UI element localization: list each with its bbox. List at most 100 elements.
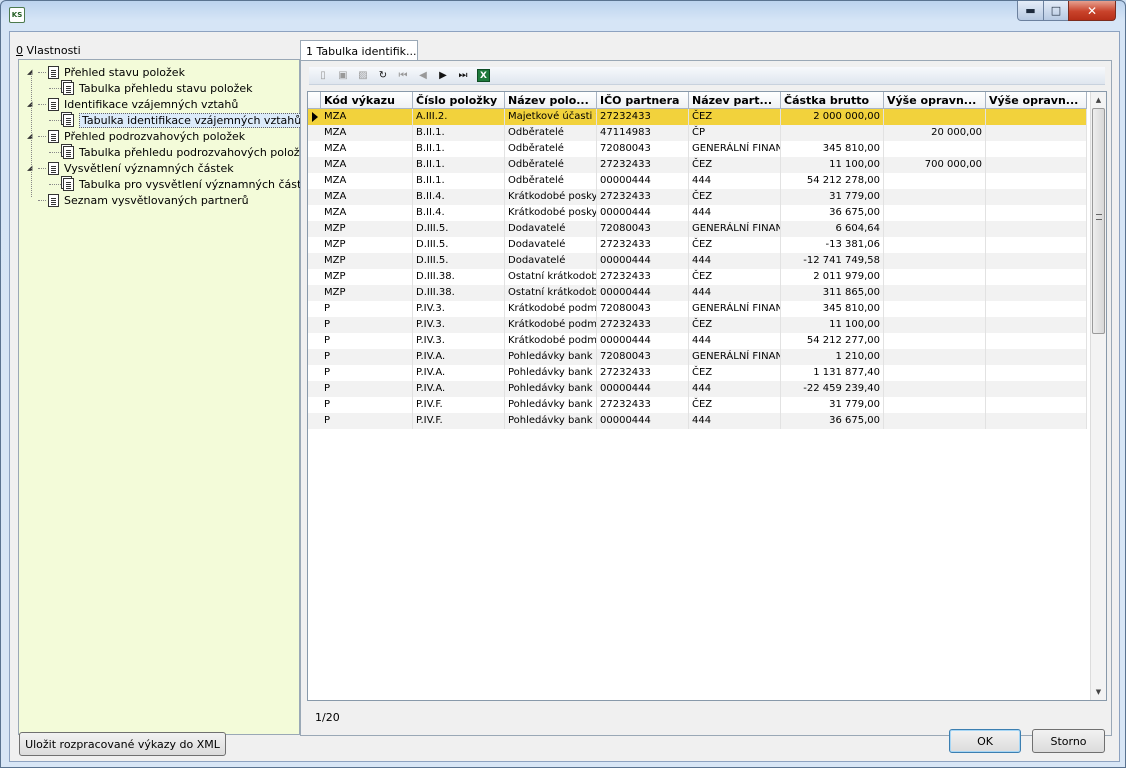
table-cell[interactable]: P (321, 317, 413, 333)
table-cell[interactable]: MZP (321, 237, 413, 253)
maximize-button[interactable]: □ (1043, 1, 1069, 21)
table-row[interactable]: P P.IV.3. Krátkodobé podmír 72080043 GENERÁL… (308, 301, 1087, 317)
table-cell[interactable]: ČP (689, 125, 781, 141)
table-cell[interactable] (986, 253, 1087, 269)
table-cell[interactable]: P.IV.3. (413, 333, 505, 349)
table-cell[interactable] (986, 413, 1087, 429)
table-cell[interactable]: Majetkové účasti v (505, 109, 597, 125)
table-cell[interactable]: 444 (689, 253, 781, 269)
table-cell[interactable]: Krátkodobé poskyt (505, 205, 597, 221)
table-cell[interactable]: GENERÁLNÍ FINAN (689, 141, 781, 157)
table-cell[interactable]: ČEZ (689, 157, 781, 173)
table-cell[interactable] (884, 237, 986, 253)
table-cell[interactable] (884, 333, 986, 349)
table-cell[interactable]: 27232433 (597, 109, 689, 125)
table-row[interactable]: MZP D.III.38. Ostatní krátkodobé 00000444 44… (308, 285, 1087, 301)
table-cell[interactable]: 444 (689, 333, 781, 349)
table-cell[interactable] (884, 365, 986, 381)
table-cell[interactable]: 27232433 (597, 269, 689, 285)
table-cell[interactable] (986, 125, 1087, 141)
table-cell[interactable]: P (321, 381, 413, 397)
table-cell[interactable]: Krátkodobé poskyt (505, 189, 597, 205)
table-cell[interactable]: 00000444 (597, 413, 689, 429)
column-header[interactable]: IČO partnera (597, 92, 689, 109)
table-cell[interactable]: P.IV.3. (413, 301, 505, 317)
table-cell[interactable]: 345 810,00 (781, 301, 884, 317)
table-cell[interactable]: P (321, 301, 413, 317)
table-row[interactable]: MZA B.II.4. Krátkodobé poskyt 00000444 444 36… (308, 205, 1087, 221)
table-cell[interactable] (986, 157, 1087, 173)
prev-icon[interactable]: ◀ (413, 68, 433, 84)
table-cell[interactable]: 00000444 (597, 333, 689, 349)
table-cell[interactable]: 00000444 (597, 205, 689, 221)
table-cell[interactable]: ČEZ (689, 237, 781, 253)
table-cell[interactable]: ČEZ (689, 397, 781, 413)
table-cell[interactable]: 27232433 (597, 365, 689, 381)
table-cell[interactable]: ČEZ (689, 365, 781, 381)
table-cell[interactable]: 00000444 (597, 253, 689, 269)
column-header[interactable]: Kód výkazu (321, 92, 413, 109)
table-cell[interactable]: -12 741 749,58 (781, 253, 884, 269)
table-cell[interactable] (884, 189, 986, 205)
table-cell[interactable] (986, 237, 1087, 253)
last-icon[interactable]: ⏭ (453, 68, 473, 84)
table-cell[interactable]: 700 000,00 (884, 157, 986, 173)
table-cell[interactable]: ČEZ (689, 189, 781, 205)
scroll-up-icon[interactable]: ▲ (1091, 92, 1106, 108)
table-cell[interactable] (884, 109, 986, 125)
table-cell[interactable]: MZA (321, 205, 413, 221)
table-cell[interactable] (986, 349, 1087, 365)
table-cell[interactable] (884, 349, 986, 365)
table-cell[interactable]: Ostatní krátkodobé (505, 269, 597, 285)
table-cell[interactable]: 311 865,00 (781, 285, 884, 301)
table-row[interactable]: P P.IV.A. Pohledávky bank z 27232433 ČEZ 1 13… (308, 365, 1087, 381)
table-row[interactable]: MZA B.II.1. Odběratelé 00000444 444 54 212 27… (308, 173, 1087, 189)
table-cell[interactable]: D.III.5. (413, 221, 505, 237)
table-row[interactable]: P P.IV.3. Krátkodobé podmír 27232433 ČEZ 11 1… (308, 317, 1087, 333)
table-row[interactable]: P P.IV.A. Pohledávky bank z 72080043 GENERÁL… (308, 349, 1087, 365)
table-cell[interactable] (884, 413, 986, 429)
table-cell[interactable] (986, 205, 1087, 221)
table-cell[interactable]: Krátkodobé podmír (505, 301, 597, 317)
refresh-icon[interactable]: ↻ (373, 68, 393, 84)
data-grid[interactable]: Kód výkazu Číslo položky Název polo... IČO … (307, 91, 1107, 701)
table-cell[interactable]: 27232433 (597, 317, 689, 333)
table-cell[interactable] (884, 285, 986, 301)
table-cell[interactable]: Dodavatelé (505, 237, 597, 253)
table-cell[interactable]: GENERÁLNÍ FINAN (689, 349, 781, 365)
table-row[interactable]: P P.IV.3. Krátkodobé podmír 00000444 444 54 2… (308, 333, 1087, 349)
next-icon[interactable]: ▶ (433, 68, 453, 84)
table-cell[interactable] (986, 381, 1087, 397)
column-header[interactable]: Částka brutto (781, 92, 884, 109)
table-cell[interactable]: MZA (321, 109, 413, 125)
table-cell[interactable]: P.IV.A. (413, 349, 505, 365)
table-cell[interactable]: 00000444 (597, 173, 689, 189)
table-cell[interactable]: 72080043 (597, 349, 689, 365)
table-cell[interactable]: P.IV.F. (413, 413, 505, 429)
table-row[interactable]: MZP D.III.5. Dodavatelé 00000444 444 -12 741 … (308, 253, 1087, 269)
table-cell[interactable]: GENERÁLNÍ FINAN (689, 221, 781, 237)
table-cell[interactable] (884, 253, 986, 269)
table-cell[interactable] (884, 397, 986, 413)
table-cell[interactable]: ČEZ (689, 269, 781, 285)
table-cell[interactable] (986, 365, 1087, 381)
first-icon[interactable]: ⏮ (393, 68, 413, 84)
table-cell[interactable] (884, 269, 986, 285)
table-cell[interactable]: Odběratelé (505, 157, 597, 173)
table-cell[interactable]: Pohledávky bank z (505, 397, 597, 413)
scroll-thumb[interactable] (1092, 108, 1105, 334)
table-cell[interactable]: 36 675,00 (781, 413, 884, 429)
tree-item[interactable]: Tabulka identifikace vzájemných vztahů (49, 112, 305, 128)
table-cell[interactable] (884, 301, 986, 317)
table-cell[interactable] (884, 141, 986, 157)
close-button[interactable]: ✕ (1068, 1, 1116, 21)
table-cell[interactable]: 00000444 (597, 285, 689, 301)
table-cell[interactable]: 1 131 877,40 (781, 365, 884, 381)
table-row[interactable]: MZA B.II.1. Odběratelé 72080043 GENERÁLNÍ FI… (308, 141, 1087, 157)
table-cell[interactable]: -22 459 239,40 (781, 381, 884, 397)
table-cell[interactable]: MZP (321, 221, 413, 237)
table-cell[interactable]: 54 212 277,00 (781, 333, 884, 349)
table-row[interactable]: P P.IV.F. Pohledávky bank z 27232433 ČEZ 31 7… (308, 397, 1087, 413)
table-cell[interactable]: P.IV.3. (413, 317, 505, 333)
table-row[interactable]: MZA B.II.4. Krátkodobé poskyt 27232433 ČEZ 31… (308, 189, 1087, 205)
